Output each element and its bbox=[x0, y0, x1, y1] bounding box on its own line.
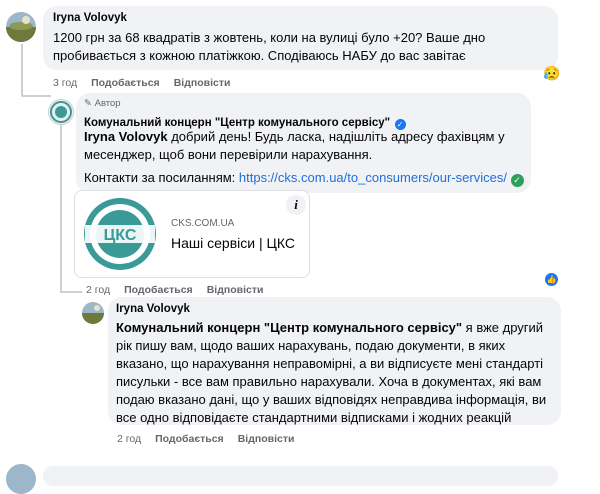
avatar[interactable] bbox=[6, 12, 36, 42]
avatar[interactable] bbox=[82, 302, 104, 324]
check-circle-icon: ✓ bbox=[510, 174, 524, 187]
thread-line bbox=[60, 122, 62, 292]
comment-bubble: Iryna Volovyk 1200 грн за 68 квадратів з… bbox=[43, 6, 558, 70]
page-avatar[interactable] bbox=[48, 99, 74, 125]
mention-link[interactable]: Iryna Volovyk bbox=[84, 129, 168, 144]
logo-text: ЦКС bbox=[104, 227, 137, 244]
comment-text: 1200 грн за 68 квадратів з жовтень, коли… bbox=[53, 30, 486, 63]
like-button[interactable]: Подобається bbox=[155, 433, 224, 445]
author-badge: ✎ Автор bbox=[84, 98, 121, 109]
reply-author[interactable]: Iryna Volovyk bbox=[116, 303, 190, 315]
reply-text: Iryna Volovyk добрий день! Будь ласка, н… bbox=[84, 129, 505, 162]
reply-actions: 2 год Подобається Відповісти bbox=[117, 433, 308, 445]
like-button[interactable]: Подобається bbox=[124, 284, 193, 296]
comment-author[interactable]: Iryna Volovyk bbox=[53, 12, 127, 24]
reply-time[interactable]: 2 год bbox=[86, 284, 110, 296]
sad-reaction-icon[interactable]: 😥 bbox=[543, 65, 560, 81]
comment-actions: 3 год Подобається Відповісти bbox=[53, 77, 244, 89]
reply-button[interactable]: Відповісти bbox=[238, 433, 295, 445]
contacts-line: Контакти за посиланням: https://cks.com.… bbox=[84, 169, 524, 187]
like-button[interactable]: Подобається bbox=[91, 77, 160, 89]
preview-title: Наші сервіси | ЦКС bbox=[171, 235, 295, 251]
avatar[interactable] bbox=[6, 464, 36, 494]
comment-time[interactable]: 3 год bbox=[53, 77, 77, 89]
comment-bubble bbox=[43, 466, 558, 486]
preview-logo: ЦКС bbox=[81, 195, 159, 273]
thread-line bbox=[21, 95, 51, 97]
reply-text: Комунальний концерн "Центр комунального … bbox=[116, 320, 547, 425]
reply-actions: 2 год Подобається Відповісти bbox=[86, 284, 277, 296]
thread-line bbox=[60, 291, 82, 293]
thread-line bbox=[21, 44, 23, 96]
reply-time[interactable]: 2 год bbox=[117, 433, 141, 445]
like-reaction-icon[interactable]: 👍 bbox=[545, 273, 558, 286]
reply-button[interactable]: Відповісти bbox=[207, 284, 264, 296]
mention-link[interactable]: Комунальний концерн "Центр комунального … bbox=[116, 320, 462, 335]
reply-bubble: Iryna Volovyk Комунальний концерн "Центр… bbox=[108, 297, 561, 425]
pencil-icon: ✎ bbox=[84, 98, 92, 109]
reply-bubble: ✎ Автор Комунальний концерн "Центр комун… bbox=[76, 93, 531, 193]
contacts-link[interactable]: https://cks.com.ua/to_consumers/our-serv… bbox=[239, 170, 507, 185]
info-icon[interactable]: i bbox=[286, 195, 306, 215]
preview-domain: CKS.COM.UA bbox=[171, 218, 235, 229]
link-preview-card[interactable]: ЦКС CKS.COM.UA Наші сервіси | ЦКС i bbox=[74, 190, 310, 278]
reply-button[interactable]: Відповісти bbox=[174, 77, 231, 89]
